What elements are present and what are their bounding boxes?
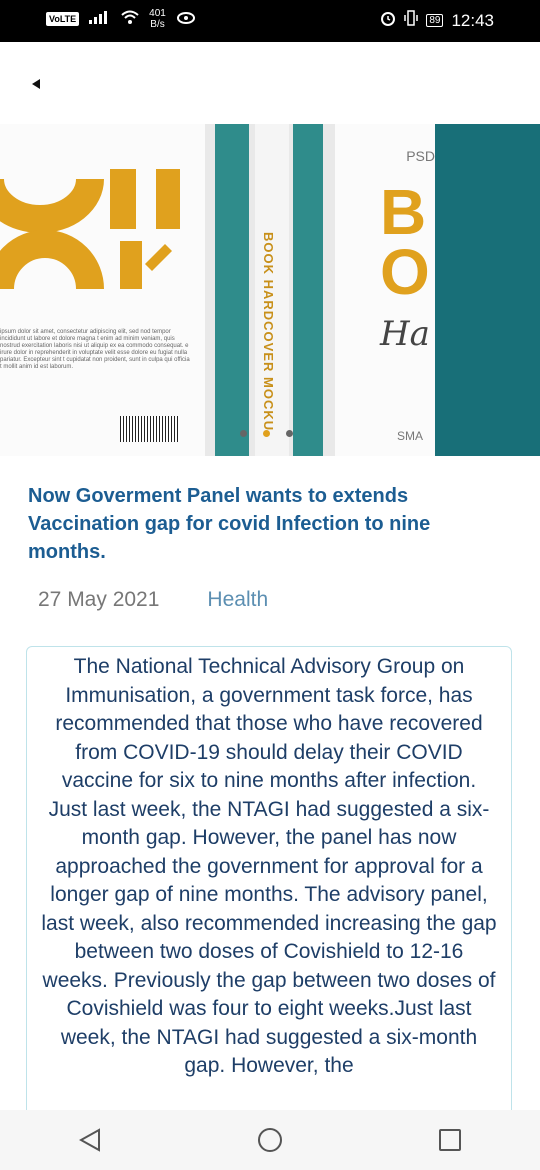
app-header — [0, 42, 540, 124]
carousel-dot-active[interactable] — [263, 430, 270, 437]
vibrate-icon — [404, 10, 419, 31]
psd-label: PSD — [406, 148, 435, 164]
cover-logo-letters: BO — [380, 176, 430, 308]
carousel-dot[interactable] — [240, 430, 247, 437]
net-speed-unit: B/s — [150, 19, 165, 30]
cover-small-text: SMA — [397, 429, 424, 443]
time-display: 12:43 — [451, 10, 494, 30]
nav-home-button[interactable] — [250, 1120, 290, 1160]
nav-recents-button[interactable] — [430, 1120, 470, 1160]
spine-title: BOOK HARDCOVER MOCKU — [261, 232, 276, 432]
book-back-cover: ipsum dolor sit amet, consectetur adipis… — [0, 124, 205, 456]
status-right: 89 12:43 — [380, 10, 494, 31]
carousel-dot[interactable] — [286, 430, 293, 437]
back-arrow-icon — [32, 79, 40, 89]
volte-badge: VoLTE — [46, 12, 80, 26]
book-spine: BOOK HARDCOVER MOCKU — [205, 124, 335, 456]
circle-home-icon — [258, 1128, 282, 1152]
cover-script-text: Ha — [380, 314, 430, 354]
lorem-text: ipsum dolor sit amet, consectetur adipis… — [0, 329, 190, 370]
book-front-cover: PSD BO Ha SMA — [335, 124, 435, 456]
triangle-back-icon — [79, 1128, 100, 1152]
network-speed: 401 B/s — [149, 8, 166, 30]
article-meta: 27 May 2021 Health — [38, 588, 268, 612]
carousel-indicator — [240, 430, 293, 437]
article-category[interactable]: Health — [207, 588, 268, 612]
book-logo-graphic — [0, 169, 180, 289]
battery-icon: 89 — [426, 14, 444, 27]
teal-backdrop — [435, 124, 540, 456]
article-body: The National Technical Advisory Group on… — [41, 655, 497, 1077]
square-recents-icon — [439, 1129, 461, 1151]
system-nav-bar — [0, 1110, 540, 1170]
status-left: VoLTE 401 B/s — [46, 8, 196, 30]
article-date: 27 May 2021 — [38, 588, 160, 611]
wifi-icon — [121, 10, 139, 29]
article-image-carousel[interactable]: ipsum dolor sit amet, consectetur adipis… — [0, 124, 540, 456]
back-button[interactable] — [26, 72, 46, 96]
nav-back-button[interactable] — [70, 1120, 110, 1160]
article-body-container[interactable]: The National Technical Advisory Group on… — [26, 646, 512, 1128]
signal-icon — [89, 10, 111, 29]
barcode — [120, 416, 180, 442]
status-bar: VoLTE 401 B/s 89 12:43 — [0, 0, 540, 42]
alarm-icon — [380, 10, 396, 31]
article-title: Now Goverment Panel wants to extends Vac… — [28, 485, 431, 563]
net-speed-value: 401 — [149, 8, 166, 19]
eye-icon — [176, 10, 196, 29]
